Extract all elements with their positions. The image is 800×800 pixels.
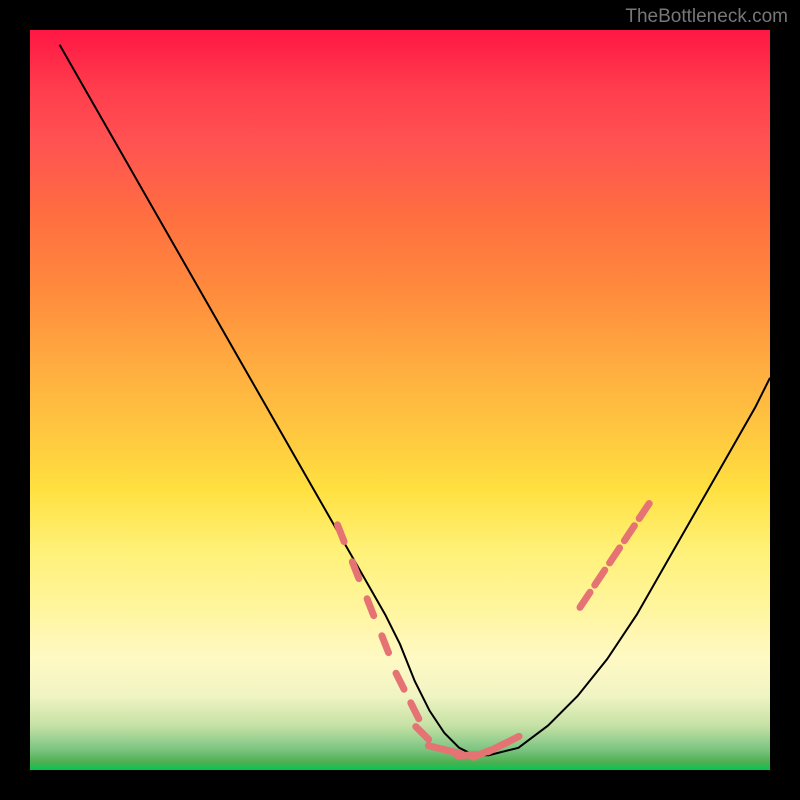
highlight-dash bbox=[396, 673, 404, 689]
highlight-dash bbox=[639, 504, 649, 519]
highlight-dash bbox=[411, 703, 419, 719]
highlight-dashes bbox=[338, 504, 650, 758]
highlight-dash bbox=[367, 599, 374, 616]
curve-svg bbox=[30, 30, 770, 770]
highlight-dash bbox=[624, 526, 634, 541]
highlight-dash bbox=[610, 548, 620, 563]
chart-container: TheBottleneck.com bbox=[0, 0, 800, 800]
watermark-text: TheBottleneck.com bbox=[625, 6, 788, 28]
highlight-dash bbox=[416, 727, 429, 740]
highlight-dash bbox=[580, 592, 590, 607]
bottleneck-curve-line bbox=[60, 45, 770, 755]
highlight-dash bbox=[595, 570, 605, 585]
chart-plot-area bbox=[30, 30, 770, 770]
highlight-dash bbox=[503, 736, 519, 744]
highlight-dash bbox=[338, 525, 345, 542]
highlight-dash bbox=[382, 636, 389, 653]
highlight-dash bbox=[352, 562, 359, 579]
